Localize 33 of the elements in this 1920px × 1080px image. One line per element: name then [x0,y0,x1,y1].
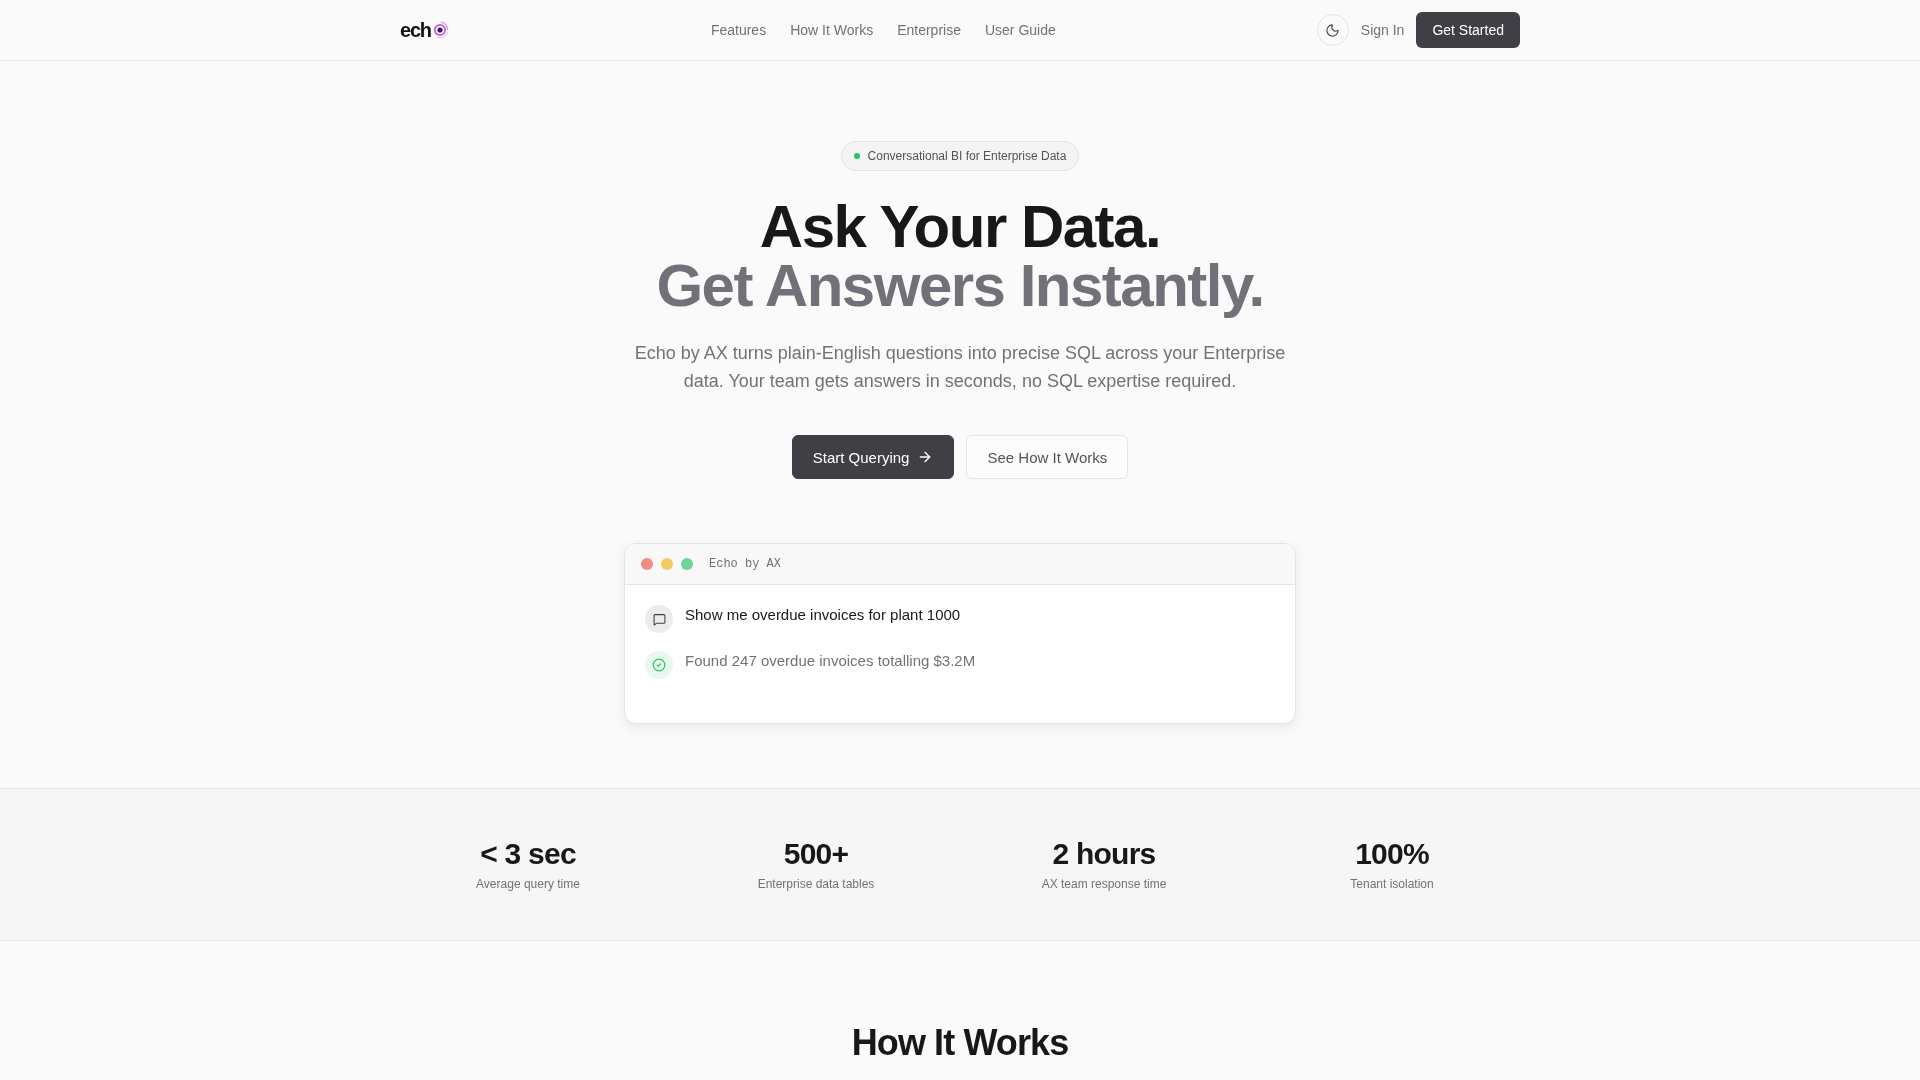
window-dot-icon [661,558,673,570]
ring-logo-icon [431,21,450,39]
stat-label: Enterprise data tables [757,876,875,892]
sign-in-link[interactable]: Sign In [1358,22,1407,38]
stat-value: 2 hours [1052,836,1156,872]
start-querying-button[interactable]: Start Querying [791,435,955,479]
hero-description: Echo by AX turns plain-English questions into precise SQL across your Enterprise data. Your team gets answers in seconds, no SQL expertise required. [633,342,1287,393]
see-how-button[interactable]: See How It Works [966,435,1129,479]
moon-icon [1325,22,1341,38]
stat-label: AX team response time [1041,876,1167,892]
nav-link[interactable]: User Guide [984,22,1056,38]
nav-link[interactable]: How It Works [790,22,874,38]
get-started-button[interactable]: Get Started [1416,12,1520,48]
stat-label: Average query time [476,876,580,892]
window-dot-icon [681,558,693,570]
window-dot-icon [641,558,653,570]
status-dot-icon [853,153,860,159]
theme-toggle-button[interactable] [1316,14,1349,46]
nav-link[interactable]: Enterprise [897,22,961,38]
logo-text: ech [400,18,431,42]
question-message: Show me overdue invoices for plant 1000 [685,605,961,625]
nav-link[interactable]: Features [710,22,767,38]
hero-title: Ask Your Data. [758,197,1162,256]
check-circle-icon [645,651,673,679]
stat-label: Tenant isolation [1350,876,1434,892]
answer-message: Found 247 overdue invoices totalling $3.2M [685,651,976,671]
window-title: Echo by AX [709,557,781,571]
section-title: How It Works [851,1023,1069,1063]
chat-bubble-icon [645,605,673,633]
stat-value: 100% [1355,836,1429,872]
badge-text: Conversational BI for Enterprise Data [867,148,1067,164]
stat-value: 500+ [783,836,849,872]
stat-value: < 3 sec [480,836,576,872]
